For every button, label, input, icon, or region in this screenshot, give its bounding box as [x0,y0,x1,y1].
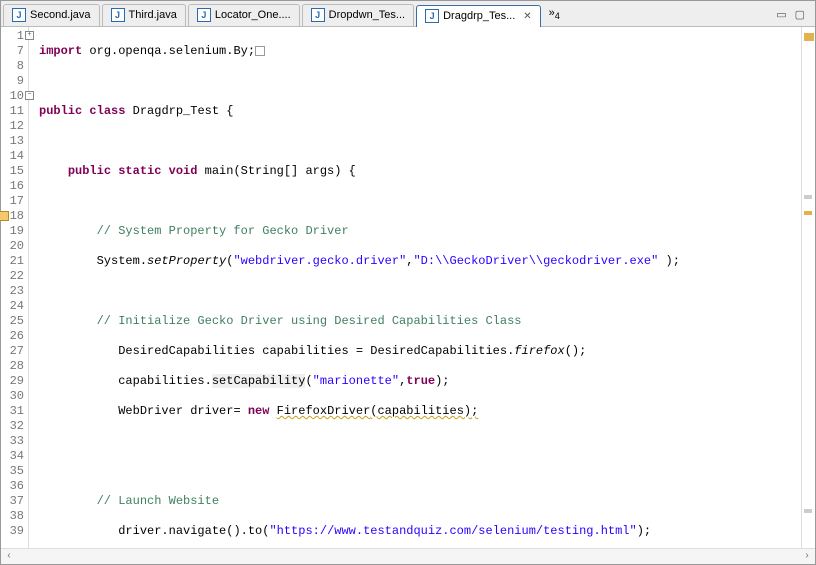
tab-overflow[interactable]: »4 [543,7,566,21]
minimize-icon[interactable]: ▭ [774,6,788,23]
tab-label: Dragdrp_Tes... [443,10,515,22]
editor-toolbar: ▭ ▢ [774,6,813,23]
tab-second[interactable]: J Second.java [3,4,100,26]
ruler-mark[interactable] [804,195,812,199]
fold-collapse-icon[interactable]: − [25,91,34,100]
tab-label: Locator_One.... [215,9,291,21]
ruler-mark[interactable] [804,211,812,215]
ruler-warning-icon[interactable] [804,33,814,41]
overview-ruler[interactable] [801,27,815,548]
warning-marker-icon[interactable] [0,211,9,221]
tab-dropdown[interactable]: J Dropdwn_Tes... [302,4,414,26]
maximize-icon[interactable]: ▢ [793,6,807,23]
ruler-mark[interactable] [804,509,812,513]
tab-locator[interactable]: J Locator_One.... [188,4,300,26]
folded-import-icon[interactable] [255,46,265,56]
scroll-track[interactable] [17,549,799,564]
scroll-left-icon[interactable]: ‹ [1,551,17,562]
code-area[interactable]: import org.openqa.selenium.By; public cl… [29,27,801,548]
editor[interactable]: 1+ 7 8 9 10− 11 12 13 14 15 16 17 18 19 … [1,27,815,548]
java-file-icon: J [311,8,325,22]
java-file-icon: J [197,8,211,22]
tab-bar: J Second.java J Third.java J Locator_One… [1,1,815,27]
java-file-icon: J [12,8,26,22]
tab-label: Third.java [129,9,177,21]
tab-dragdrp[interactable]: J Dragdrp_Tes... ✕ [416,5,541,27]
tab-label: Second.java [30,9,91,21]
close-icon[interactable]: ✕ [523,11,531,22]
tab-third[interactable]: J Third.java [102,4,186,26]
java-file-icon: J [111,8,125,22]
scroll-right-icon[interactable]: › [799,551,815,562]
fold-expand-icon[interactable]: + [25,31,34,40]
line-gutter[interactable]: 1+ 7 8 9 10− 11 12 13 14 15 16 17 18 19 … [1,27,29,548]
java-file-icon: J [425,9,439,23]
horizontal-scrollbar[interactable]: ‹ › [1,548,815,564]
tab-label: Dropdwn_Tes... [329,9,405,21]
